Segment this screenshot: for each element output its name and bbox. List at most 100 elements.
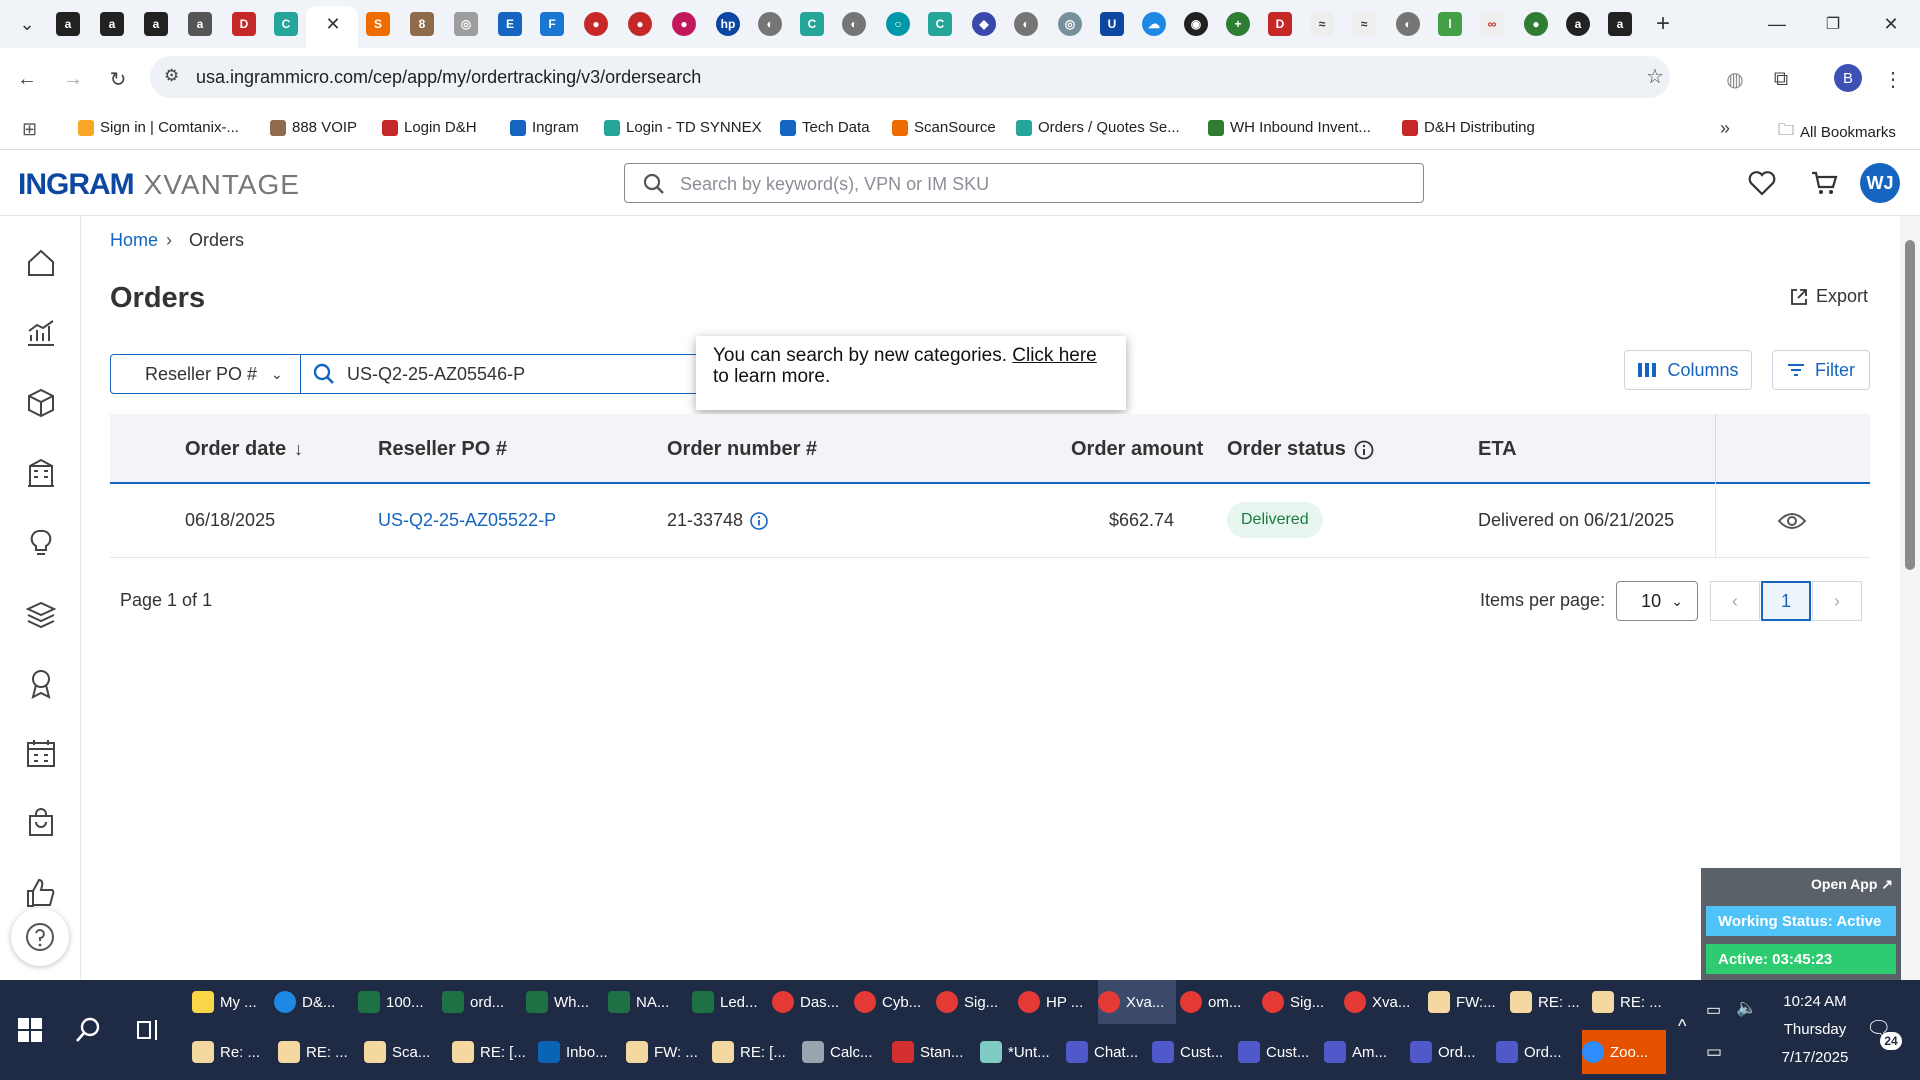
col-order-amount[interactable]: Order amount	[1071, 438, 1203, 461]
col-order-status[interactable]: Order status	[1227, 438, 1374, 461]
table-row[interactable]: 06/18/2025 US-Q2-25-AZ05522-P 21-33748 $…	[110, 486, 1870, 558]
taskbar-item[interactable]: Das...	[772, 980, 850, 1024]
taskbar-item[interactable]: RE: ...	[278, 1030, 350, 1074]
tab-favicon-icon[interactable]: D	[232, 12, 256, 36]
bookmark-item[interactable]: Login D&H	[382, 119, 477, 136]
profile-avatar[interactable]: B	[1834, 64, 1862, 92]
tab-favicon-icon[interactable]: ☁	[1142, 12, 1166, 36]
tab-favicon-icon[interactable]: ◎	[1058, 12, 1082, 36]
taskbar-item[interactable]: NA...	[608, 980, 686, 1024]
taskbar-item[interactable]: Stan...	[892, 1030, 968, 1074]
tab-favicon-icon[interactable]: C	[274, 12, 298, 36]
taskbar-item[interactable]: Ord...	[1496, 1030, 1576, 1074]
tab-close-icon[interactable]: ✕	[318, 10, 348, 38]
minimize-icon[interactable]: —	[1762, 10, 1792, 38]
taskbar-item[interactable]: Cyb...	[854, 980, 932, 1024]
back-icon[interactable]: ←	[12, 64, 42, 94]
award-icon[interactable]	[24, 666, 58, 700]
tab-favicon-icon[interactable]: a	[100, 12, 124, 36]
tab-favicon-icon[interactable]: ◐	[842, 12, 866, 36]
bag-icon[interactable]	[24, 806, 58, 840]
site-info-icon[interactable]: ⚙	[164, 66, 179, 86]
taskbar-item[interactable]: Xva...	[1344, 980, 1422, 1024]
page-scrollbar[interactable]	[1900, 216, 1920, 980]
tab-favicon-icon[interactable]: a	[188, 12, 212, 36]
search-icon[interactable]	[74, 1016, 102, 1044]
menu-icon[interactable]: ⋮	[1878, 64, 1908, 94]
bookmark-item[interactable]: Login - TD SYNNEX	[604, 119, 762, 136]
tab-favicon-icon[interactable]: ≈	[1352, 12, 1376, 36]
taskbar-item[interactable]: Wh...	[526, 980, 604, 1024]
box-icon[interactable]	[24, 386, 58, 420]
bookmark-item[interactable]: Orders / Quotes Se...	[1016, 119, 1180, 136]
tab-favicon-icon[interactable]: ◎	[454, 12, 478, 36]
next-page-button[interactable]: ›	[1812, 581, 1862, 621]
col-order-date[interactable]: Order date ↓	[185, 438, 303, 461]
tab-favicon-icon[interactable]: ●	[672, 12, 696, 36]
thumbs-up-icon[interactable]	[24, 876, 58, 910]
tab-favicon-icon[interactable]: D	[1268, 12, 1292, 36]
working-status[interactable]: Working Status: Active	[1706, 906, 1896, 936]
bookmark-item[interactable]: Ingram	[510, 119, 579, 136]
logo[interactable]: INGRAM XVANTAGE	[18, 168, 300, 202]
star-icon[interactable]: ☆	[1646, 64, 1664, 89]
forward-icon[interactable]: →	[58, 64, 88, 94]
tab-favicon-icon[interactable]: a	[144, 12, 168, 36]
layers-icon[interactable]	[24, 596, 58, 630]
restore-icon[interactable]: ❐	[1818, 10, 1848, 38]
filter-button[interactable]: Filter	[1772, 350, 1870, 390]
tab-favicon-icon[interactable]: ◐	[1014, 12, 1038, 36]
order-search-input[interactable]: US-Q2-25-AZ05546-P	[301, 355, 699, 393]
search-category-select[interactable]: Reseller PO # ⌄	[111, 355, 301, 393]
tab-favicon-icon[interactable]: a	[1608, 12, 1632, 36]
display-icon[interactable]: ▭	[1706, 1042, 1722, 1062]
taskbar-item[interactable]: Sca...	[364, 1030, 436, 1074]
info-icon[interactable]	[749, 511, 769, 531]
user-avatar[interactable]: WJ	[1860, 163, 1900, 203]
tab-favicon-icon[interactable]: l	[1438, 12, 1462, 36]
prev-page-button[interactable]: ‹	[1710, 581, 1760, 621]
taskbar-item[interactable]: Sig...	[1262, 980, 1340, 1024]
globe-icon[interactable]: ◍	[1720, 64, 1750, 94]
taskbar-item[interactable]: Inbo...	[538, 1030, 616, 1074]
tab-favicon-icon[interactable]: +	[1226, 12, 1250, 36]
taskbar-item[interactable]: RE: [...	[712, 1030, 788, 1074]
taskbar-item-active[interactable]: Xva...	[1098, 980, 1176, 1024]
taskbar-item[interactable]: Calc...	[802, 1030, 878, 1074]
address-bar[interactable]: ⚙ usa.ingrammicro.com/cep/app/my/ordertr…	[150, 56, 1670, 98]
taskbar-item[interactable]: FW:...	[1428, 980, 1504, 1024]
taskbar-item-active[interactable]: Zoo...	[1582, 1030, 1666, 1074]
analytics-icon[interactable]	[24, 316, 58, 350]
tab-favicon-icon[interactable]: ◆	[972, 12, 996, 36]
task-view-icon[interactable]	[136, 1018, 162, 1042]
tab-favicon-icon[interactable]: ●	[628, 12, 652, 36]
taskbar-item[interactable]: FW: ...	[626, 1030, 700, 1074]
taskbar-item[interactable]: 100...	[358, 980, 436, 1024]
col-reseller-po[interactable]: Reseller PO #	[378, 438, 507, 461]
taskbar-item[interactable]: RE: [...	[452, 1030, 528, 1074]
taskbar-item[interactable]: *Unt...	[980, 1030, 1058, 1074]
bookmark-item[interactable]: Tech Data	[780, 119, 870, 136]
tab-favicon-icon[interactable]: ∞	[1480, 12, 1504, 36]
tab-favicon-icon[interactable]: ○	[886, 12, 910, 36]
bookmark-item[interactable]: WH Inbound Invent...	[1208, 119, 1371, 136]
tab-favicon-icon[interactable]: ●	[584, 12, 608, 36]
calendar-icon[interactable]	[24, 736, 58, 770]
taskbar-item[interactable]: Ord...	[1410, 1030, 1490, 1074]
all-bookmarks[interactable]: 🗀 All Bookmarks	[1778, 119, 1896, 146]
learn-more-link[interactable]: Click here	[1012, 345, 1096, 366]
more-bookmarks-icon[interactable]: »	[1720, 118, 1730, 139]
taskbar-item[interactable]: ord...	[442, 980, 520, 1024]
bookmark-item[interactable]: Sign in | Comtanix-...	[78, 119, 239, 136]
help-button[interactable]	[11, 908, 69, 966]
tab-favicon-icon[interactable]: 8	[410, 12, 434, 36]
chevron-up-icon[interactable]: ^	[1678, 1016, 1686, 1037]
cart-icon[interactable]	[1810, 170, 1838, 196]
taskbar-item[interactable]: RE: ...	[1510, 980, 1586, 1024]
taskbar-item[interactable]: Am...	[1324, 1030, 1404, 1074]
tab-favicon-icon[interactable]: F	[540, 12, 564, 36]
tab-favicon-icon[interactable]: hp	[716, 12, 740, 36]
taskbar-item[interactable]: D&...	[274, 980, 348, 1024]
eye-icon[interactable]	[1777, 509, 1807, 533]
bookmark-item[interactable]: ScanSource	[892, 119, 996, 136]
